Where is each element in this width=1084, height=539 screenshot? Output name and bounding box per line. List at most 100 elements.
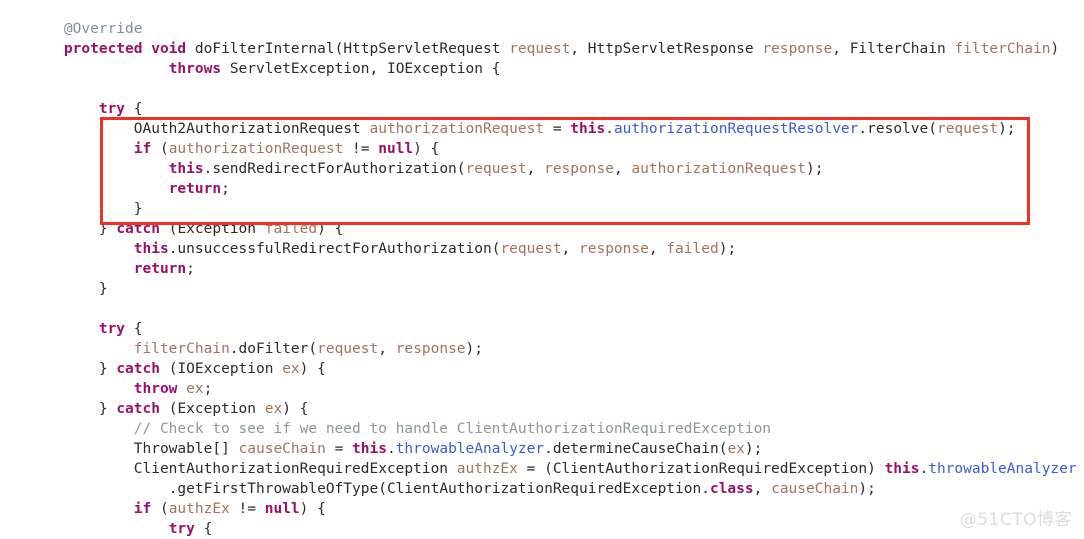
code-line[interactable]: if (authzEx != null) { [0, 499, 1084, 519]
code-line[interactable]: protected void doFilterInternal(HttpServ… [0, 39, 1084, 59]
code-token-plain: , [613, 161, 632, 177]
code-token-method: unsuccessfulRedirectForAuthorization [177, 241, 492, 257]
code-token-type: ClientAuthorizationRequiredException [133, 461, 449, 477]
code-token-param: request [317, 341, 379, 357]
code-line[interactable]: throw ex; [0, 379, 1084, 399]
code-token-plain: ( [334, 41, 344, 57]
code-token-keyword: null [378, 141, 414, 157]
code-line[interactable]: } catch (IOException ex) { [0, 359, 1084, 379]
code-token-plain: ); [718, 241, 737, 257]
code-block[interactable]: @Override protected void doFilterInterna… [0, 19, 1084, 539]
watermark: @51CTO博客 [959, 510, 1072, 530]
code-line[interactable]: if (authorizationRequest != null) { [0, 139, 1084, 159]
code-line[interactable]: } [0, 199, 1084, 219]
code-token-keyword: protected [63, 41, 143, 57]
code-line[interactable]: Throwable[] causeChain = this.throwableA… [0, 439, 1084, 459]
code-token-keyword: if [133, 141, 152, 157]
code-line[interactable]: OAuth2AuthorizationRequest authorization… [0, 119, 1084, 139]
code-token-plain: } [133, 201, 143, 217]
code-token-local: authzEx [456, 461, 518, 477]
code-token-plain: ( [151, 141, 169, 157]
code-token-plain: ) { [299, 501, 326, 517]
code-token-plain: . [858, 121, 868, 137]
code-token-keyword: this [168, 161, 204, 177]
code-line[interactable] [0, 299, 1084, 319]
code-token-param: request [936, 121, 999, 137]
code-token-plain: ) { [282, 401, 309, 417]
code-line[interactable]: try { [0, 99, 1084, 119]
code-token-plain: != [229, 501, 265, 517]
code-line[interactable]: // Check to see if we need to handle Cli… [0, 419, 1084, 439]
code-token-plain: , [526, 161, 545, 177]
code-line[interactable]: this.sendRedirectForAuthorization(reques… [0, 159, 1084, 179]
code-token-type: Exception [177, 401, 257, 417]
code-token-plain: ) { [299, 361, 326, 377]
code-token-method: sendRedirectForAuthorization [212, 161, 457, 177]
code-token-param: response [395, 341, 466, 357]
code-token-type: IOException [177, 361, 274, 377]
code-token-keyword: throws [168, 61, 222, 77]
code-line[interactable] [0, 79, 1084, 99]
code-line[interactable]: ClientAuthorizationRequiredException aut… [0, 459, 1084, 479]
code-line[interactable]: return; [0, 259, 1084, 279]
code-token-keyword: catch [116, 221, 160, 237]
code-token-plain: } [98, 361, 117, 377]
code-token-keyword: return [168, 181, 222, 197]
code-line[interactable]: try { [0, 519, 1084, 539]
code-token-local: causeChain [238, 441, 326, 457]
code-token-plain: ( [378, 481, 387, 497]
code-token-plain: { [125, 101, 143, 117]
code-line[interactable]: try { [0, 319, 1084, 339]
code-line[interactable]: @Override [0, 19, 1084, 39]
code-line[interactable]: } [0, 279, 1084, 299]
code-token-plain: . [544, 441, 553, 457]
code-token-method: getFirstThrowableOfType [177, 481, 379, 497]
code-token-comment: // Check to see if we need to handle Cli… [133, 421, 772, 437]
code-token-plain: } [98, 221, 117, 237]
code-line[interactable]: throws ServletException, IOException { [0, 59, 1084, 79]
code-token-plain: ; [203, 381, 213, 397]
code-line[interactable]: filterChain.doFilter(request, response); [0, 339, 1084, 359]
code-token-plain: ( [151, 501, 169, 517]
code-line[interactable]: } catch (Exception failed) { [0, 219, 1084, 239]
code-token-plain: { [125, 321, 143, 337]
code-line[interactable]: this.unsuccessfulRedirectForAuthorizatio… [0, 239, 1084, 259]
code-token-plain: ); [858, 481, 876, 497]
code-token-plain: = ( [517, 461, 553, 477]
code-token-param: response [579, 241, 649, 257]
code-token-type: IOException [386, 61, 483, 77]
code-line[interactable]: . getFirstThrowableOfType(ClientAuthoriza… [0, 479, 1084, 499]
code-line[interactable]: } catch (Exception ex) { [0, 399, 1084, 419]
code-line[interactable]: return; [0, 179, 1084, 199]
code-token-local: authorizationRequest [369, 121, 545, 137]
code-token-type: ServletException [229, 61, 370, 77]
code-token-plain: , [369, 61, 387, 77]
code-token-param: ex [727, 441, 745, 457]
code-token-type: ClientAuthorizationRequiredException [386, 481, 702, 497]
code-token-plain: ( [159, 221, 178, 237]
code-token-keyword: try [98, 101, 126, 117]
code-token-plain: } [98, 281, 108, 297]
code-token-type: ClientAuthorizationRequiredException [552, 461, 868, 477]
code-token-plain: ( [159, 401, 178, 417]
code-token-plain: = [544, 121, 571, 137]
code-token-plain: ) { [317, 221, 344, 237]
